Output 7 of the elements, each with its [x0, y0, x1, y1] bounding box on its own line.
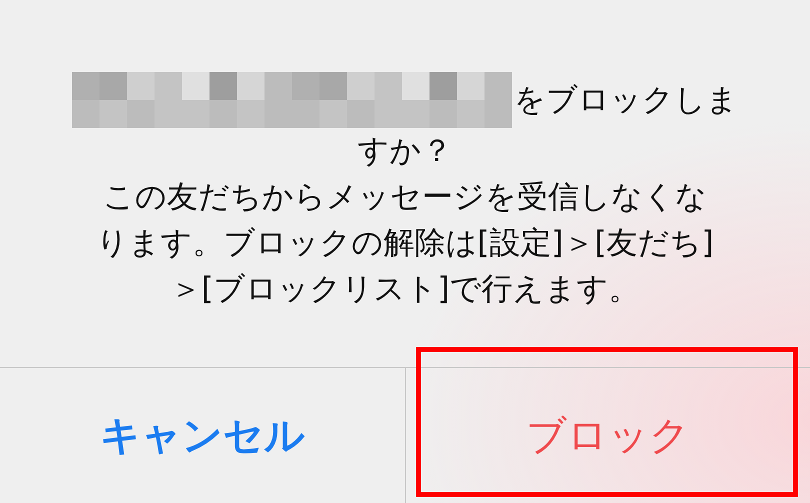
alert-message-line: をブロックしま [514, 81, 738, 120]
block-button[interactable]: ブロック [406, 368, 810, 503]
alert-message-line: ＞[ブロックリスト]で行えます。 [170, 270, 640, 309]
alert-message-line: ります。ブロックの解除は[設定]＞[友だち] [96, 224, 714, 263]
alert-message-line: すか？ [358, 132, 452, 171]
alert-message-line: この友だちからメッセージを受信しなくな [103, 178, 707, 217]
cancel-button[interactable]: キャンセル [0, 368, 404, 503]
